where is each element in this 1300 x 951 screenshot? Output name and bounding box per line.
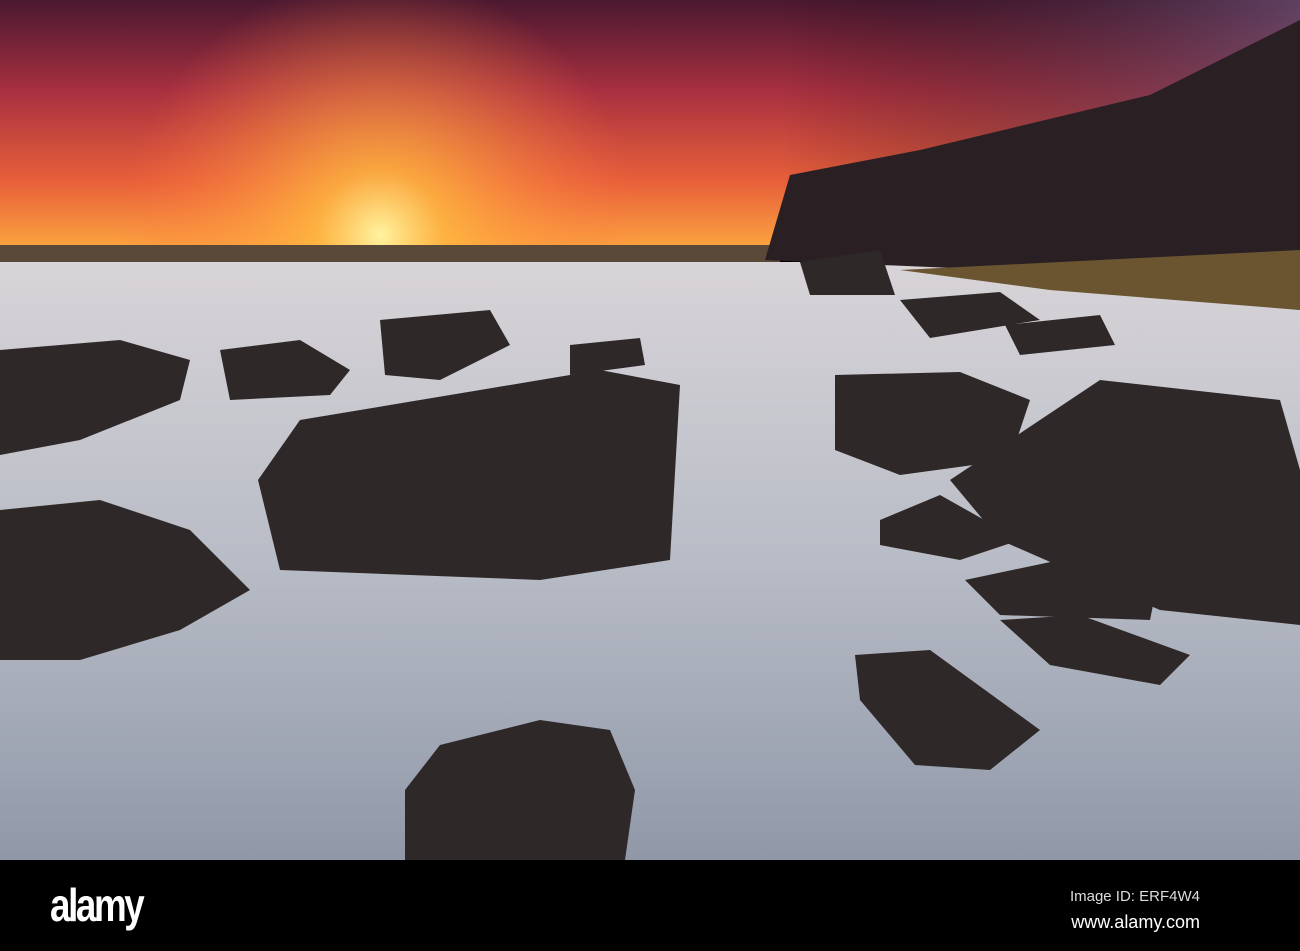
site-url: www.alamy.com [1071,912,1200,932]
alamy-logo: alamy [50,879,145,931]
photo-page: alamy Image ID: ERF4W4 www.alamy.com [0,0,1300,951]
image-id-label: Image ID: ERF4W4 [1069,888,1200,905]
watermark-bar: alamy Image ID: ERF4W4 www.alamy.com [0,860,1300,951]
river-sunset-photo [0,0,1300,860]
